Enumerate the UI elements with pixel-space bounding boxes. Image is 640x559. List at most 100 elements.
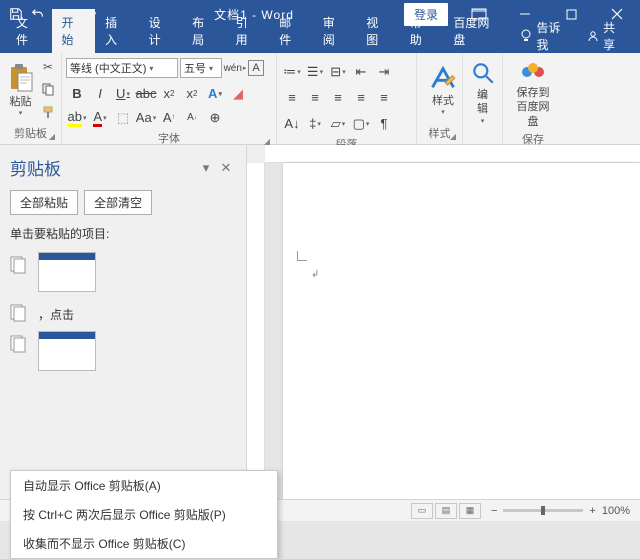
align-center-icon[interactable]: ≡ (304, 87, 326, 108)
shading-button[interactable]: ▱▾ (327, 113, 349, 134)
group-editing: 编辑 ▾ (463, 53, 503, 144)
bulb-icon (520, 29, 532, 43)
document-area: ↲ (247, 145, 640, 499)
enclose-char-icon[interactable]: A↑ (158, 107, 180, 128)
baidu-icon (519, 60, 547, 84)
pane-close-icon[interactable]: ✕ (216, 160, 236, 176)
options-popup: 自动显示 Office 剪贴板(A) 按 Ctrl+C 两次后显示 Office… (10, 470, 278, 559)
pane-title: 剪贴板 (10, 155, 196, 180)
popup-item-ctrlc[interactable]: 按 Ctrl+C 两次后显示 Office 剪贴版(P) (11, 500, 277, 529)
styles-button[interactable]: 样式 ▾ (421, 56, 465, 123)
cut-icon[interactable]: ✂ (39, 58, 57, 76)
char-border-icon[interactable]: A (248, 60, 264, 76)
grow-font-icon[interactable]: Aa▾ (135, 107, 157, 128)
clip-item[interactable]: ，点击 (0, 296, 246, 327)
popup-item-auto[interactable]: 自动显示 Office 剪贴板(A) (11, 471, 277, 500)
launcher-icon[interactable]: ◢ (49, 132, 55, 141)
sort-icon[interactable]: A↓ (281, 113, 303, 134)
group-font: 等线 (中文正文)▾ 五号▾ wén▸ A B I U▾ abc x2 x2 A… (62, 53, 277, 144)
strike-button[interactable]: abc (135, 83, 157, 104)
web-layout-icon[interactable]: ▦ (459, 503, 481, 519)
numbering-button[interactable]: ☰▾ (304, 61, 326, 82)
group-clipboard: 粘贴 ▾ ✂ 剪贴板◢ (0, 53, 62, 144)
tab-baidu[interactable]: 百度网盘 (443, 9, 510, 53)
clear-format-icon[interactable]: ◢ (227, 83, 249, 104)
dec-indent-icon[interactable]: ⇤ (350, 61, 372, 82)
clear-all-button[interactable]: 全部清空 (84, 190, 152, 215)
align-left-icon[interactable]: ≡ (281, 87, 303, 108)
font-name-combo[interactable]: 等线 (中文正文)▾ (66, 58, 178, 78)
clip-thumbnail (38, 331, 96, 371)
share-button[interactable]: 共享 (581, 19, 632, 53)
tab-file[interactable]: 文件 (4, 9, 52, 53)
horizontal-ruler[interactable] (265, 145, 640, 163)
group-label-clipboard: 剪贴板◢ (4, 123, 57, 144)
clip-item[interactable] (0, 248, 246, 296)
launcher-icon[interactable]: ◢ (450, 132, 456, 141)
read-mode-icon[interactable]: ▭ (411, 503, 433, 519)
pane-subtitle: 单击要粘贴的项目: (0, 223, 246, 248)
clip-thumbnail (38, 252, 96, 292)
zoom-out-icon[interactable]: − (491, 505, 497, 517)
line-spacing-icon[interactable]: ‡▾ (304, 113, 326, 134)
align-right-icon[interactable]: ≡ (327, 87, 349, 108)
paste-button[interactable]: 粘贴 ▾ (4, 56, 37, 123)
clip-item-icon (10, 331, 28, 353)
font-color-button[interactable]: A▾ (89, 107, 111, 128)
edit-button[interactable]: 编辑 ▾ (467, 56, 498, 126)
font-size-combo[interactable]: 五号▾ (180, 58, 222, 78)
baidu-save-button[interactable]: 保存到 百度网盘 (507, 56, 559, 129)
change-case-icon[interactable]: ⊕ (204, 107, 226, 128)
clip-item-icon (10, 252, 28, 274)
char-shading-icon[interactable]: ⬚ (112, 107, 134, 128)
bold-button[interactable]: B (66, 83, 88, 104)
styles-icon (429, 64, 457, 92)
zoom-in-icon[interactable]: + (589, 505, 595, 517)
tab-mailings[interactable]: 邮件 (269, 9, 313, 53)
underline-button[interactable]: U▾ (112, 83, 134, 104)
distribute-icon[interactable]: ≡ (373, 87, 395, 108)
italic-button[interactable]: I (89, 83, 111, 104)
text-effects-button[interactable]: A▾ (204, 83, 226, 104)
tab-home[interactable]: 开始 (52, 9, 96, 53)
vertical-ruler[interactable] (247, 163, 265, 499)
tab-review[interactable]: 审阅 (313, 9, 357, 53)
tab-insert[interactable]: 插入 (95, 9, 139, 53)
tab-view[interactable]: 视图 (356, 9, 400, 53)
superscript-button[interactable]: x2 (181, 83, 203, 104)
inc-indent-icon[interactable]: ⇥ (373, 61, 395, 82)
multilevel-button[interactable]: ⊟▾ (327, 61, 349, 82)
bullets-button[interactable]: ≔▾ (281, 61, 303, 82)
tab-help[interactable]: 帮助 (400, 9, 444, 53)
margin-marker (297, 251, 307, 261)
clip-item[interactable] (0, 327, 246, 375)
ribbon-tabs: 文件 开始 插入 设计 布局 引用 邮件 审阅 视图 帮助 百度网盘 告诉我 共… (0, 28, 640, 53)
tab-layout[interactable]: 布局 (182, 9, 226, 53)
borders-button[interactable]: ▢▾ (350, 113, 372, 134)
highlight-button[interactable]: ab▾ (66, 107, 88, 128)
popup-item-collect[interactable]: 收集而不显示 Office 剪贴板(C) (11, 529, 277, 558)
person-icon (587, 30, 599, 42)
zoom-slider[interactable] (503, 509, 583, 512)
find-icon (470, 60, 496, 86)
tab-design[interactable]: 设计 (139, 9, 183, 53)
zoom-control: − + 100% (491, 505, 640, 517)
format-painter-icon[interactable] (39, 103, 57, 121)
phonetic-icon[interactable]: wén▸ (224, 58, 246, 79)
group-baidu: 保存到 百度网盘 保存 (503, 53, 563, 144)
tell-me[interactable]: 告诉我 (510, 19, 581, 53)
subscript-button[interactable]: x2 (158, 83, 180, 104)
clipboard-pane: 剪贴板 ▾ ✕ 全部粘贴 全部清空 单击要粘贴的项目: ，点击 (0, 145, 247, 499)
pane-menu-icon[interactable]: ▾ (196, 160, 216, 176)
copy-icon[interactable] (39, 80, 57, 98)
shrink-font-icon[interactable]: A↓ (181, 107, 203, 128)
show-marks-icon[interactable]: ¶ (373, 113, 395, 134)
paste-icon (8, 63, 34, 93)
print-layout-icon[interactable]: ▤ (435, 503, 457, 519)
cursor-icon: ↲ (311, 269, 319, 280)
paste-all-button[interactable]: 全部粘贴 (10, 190, 78, 215)
tab-references[interactable]: 引用 (226, 9, 270, 53)
justify-icon[interactable]: ≡ (350, 87, 372, 108)
page[interactable]: ↲ (283, 163, 640, 499)
zoom-level[interactable]: 100% (602, 505, 630, 517)
